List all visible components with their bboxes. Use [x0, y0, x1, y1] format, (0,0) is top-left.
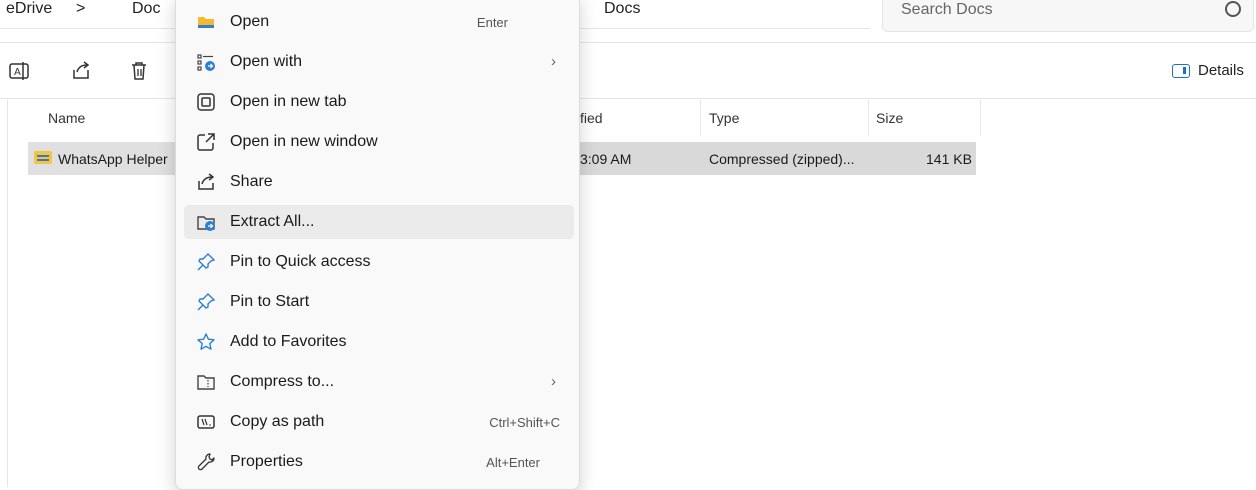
- menu-item-extract-all[interactable]: Extract All...: [184, 205, 574, 239]
- menu-item-label: Open with: [230, 53, 303, 70]
- menu-item-compress-to[interactable]: Compress to... ›: [184, 365, 574, 399]
- star-icon: [197, 333, 215, 350]
- new-tab-icon: [197, 93, 215, 111]
- column-divider[interactable]: [868, 100, 869, 136]
- new-window-icon: [197, 133, 215, 151]
- delete-icon[interactable]: [128, 60, 150, 82]
- copy-path-icon: [197, 415, 215, 429]
- svg-text:A: A: [14, 67, 21, 78]
- menu-item-pin-to-quick-access[interactable]: Pin to Quick access: [184, 245, 574, 279]
- details-pane-button[interactable]: Details: [1172, 62, 1244, 79]
- menu-item-copy-as-path[interactable]: Copy as path Ctrl+Shift+C: [184, 405, 574, 439]
- menu-item-label: Pin to Start: [230, 293, 310, 310]
- search-icon[interactable]: [1225, 1, 1241, 17]
- compress-icon: [197, 375, 215, 390]
- search-placeholder: Search Docs: [901, 1, 993, 18]
- menu-item-pin-to-start[interactable]: Pin to Start: [184, 285, 574, 319]
- menu-item-label: Open in new tab: [230, 93, 347, 110]
- menu-item-open-with[interactable]: Open with ›: [184, 45, 574, 79]
- column-header-type[interactable]: Type: [709, 110, 739, 126]
- column-divider[interactable]: [700, 100, 701, 136]
- menu-item-open-in-new-tab[interactable]: Open in new tab: [184, 85, 574, 119]
- share-icon: [198, 173, 215, 190]
- pin-icon: [197, 293, 216, 311]
- file-size: 141 KB: [926, 151, 972, 167]
- menu-item-label: Add to Favorites: [230, 333, 347, 350]
- breadcrumb-documents[interactable]: Doc: [132, 0, 160, 18]
- column-divider[interactable]: [980, 100, 981, 136]
- menu-item-label: Open: [230, 13, 270, 30]
- column-header-size[interactable]: Size: [876, 110, 903, 126]
- menu-item-open-in-new-window[interactable]: Open in new window: [184, 125, 574, 159]
- menu-item-label: Share: [230, 173, 273, 190]
- menu-item-shortcut: Ctrl+Shift+C: [489, 415, 560, 430]
- chevron-right-icon: ›: [551, 53, 556, 70]
- search-input[interactable]: Search Docs: [882, 0, 1254, 32]
- details-pane-icon: [1172, 63, 1190, 78]
- breadcrumb-docs[interactable]: Docs: [604, 0, 640, 18]
- properties-icon: [197, 453, 215, 471]
- menu-item-shortcut: Alt+Enter: [486, 455, 540, 470]
- folder-icon: [198, 17, 214, 28]
- column-header-date-modified[interactable]: fied: [580, 110, 603, 126]
- file-type: Compressed (zipped)...: [709, 151, 855, 167]
- navigation-pane-edge: [7, 100, 8, 487]
- menu-item-label: Properties: [230, 453, 303, 470]
- breadcrumb-onedrive[interactable]: eDrive: [6, 0, 52, 18]
- menu-item-share[interactable]: Share: [184, 165, 574, 199]
- breadcrumb-separator: >: [76, 0, 86, 17]
- open-with-icon: [197, 54, 215, 71]
- menu-item-label: Copy as path: [230, 413, 325, 430]
- pin-icon: [197, 253, 216, 271]
- share-icon[interactable]: [70, 60, 92, 82]
- menu-item-properties[interactable]: Properties Alt+Enter: [184, 445, 574, 479]
- chevron-right-icon: ›: [551, 373, 556, 390]
- menu-item-label: Open in new window: [230, 133, 378, 150]
- menu-item-add-to-favorites[interactable]: Add to Favorites: [184, 325, 574, 359]
- menu-item-label: Extract All...: [230, 213, 315, 230]
- menu-item-shortcut: Enter: [476, 15, 508, 30]
- menu-item-label: Pin to Quick access: [230, 253, 371, 270]
- menu-item-label: Compress to...: [230, 373, 335, 390]
- file-modified: 3:09 AM: [580, 151, 632, 167]
- details-label: Details: [1198, 62, 1244, 79]
- extract-icon: [197, 216, 215, 231]
- zip-folder-icon: [34, 151, 52, 164]
- context-menu: Open Enter Open with › Open in new tab O…: [175, 0, 580, 490]
- menu-item-open[interactable]: Open Enter: [184, 5, 574, 39]
- rename-icon[interactable]: A: [8, 60, 30, 82]
- column-header-name[interactable]: Name: [48, 110, 85, 126]
- file-name[interactable]: WhatsApp Helper: [58, 151, 168, 167]
